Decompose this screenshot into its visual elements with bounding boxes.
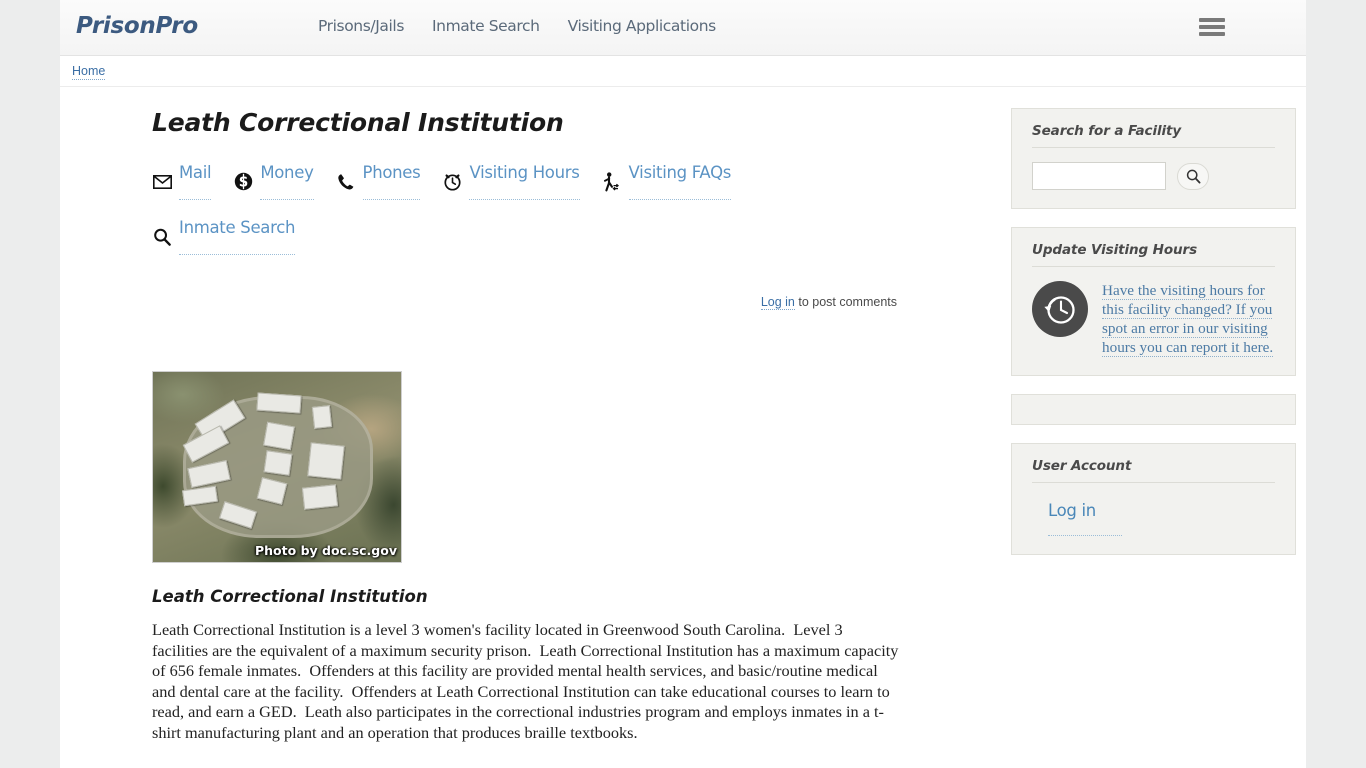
quick-link-inmate-search[interactable]: Inmate Search [152,218,770,255]
building [301,484,339,510]
site-logo[interactable]: PrisonPro [76,13,198,39]
hamburger-bar [1199,32,1225,36]
user-account-panel: User Account Log in [1011,443,1296,555]
mail-icon [152,172,172,192]
hamburger-bar [1199,18,1225,22]
breadcrumb: Home [72,64,106,80]
building [311,405,333,429]
quick-link-money[interactable]: S Money [233,163,314,200]
quick-link-label: Visiting Hours [469,163,580,200]
search-icon [1186,169,1201,184]
quick-link-label: Phones [362,163,421,200]
search-facility-panel: Search for a Facility [1011,108,1296,209]
nav-item-inmate-search[interactable]: Inmate Search [432,17,540,35]
comments-suffix-text: to post comments [794,295,897,309]
post-comments-notice: Log in to post comments [152,295,897,310]
quick-link-label: Money [260,163,314,200]
quick-link-label: Mail [179,163,212,200]
panel-title: Search for a Facility [1032,123,1275,148]
quick-link-label: Visiting FAQs [628,163,731,200]
quick-links-row-2: Inmate Search [152,218,792,281]
quick-link-visiting-hours[interactable]: Visiting Hours [442,163,580,200]
phone-icon [336,172,356,192]
money-icon: S [233,172,253,192]
hamburger-bar [1199,25,1225,29]
quick-link-visiting-faqs[interactable]: Visiting FAQs [602,163,731,200]
main-navigation: Prisons/Jails Inmate Search Visiting App… [318,17,716,35]
walking-person-icon [602,171,622,192]
quick-link-mail[interactable]: Mail [152,163,212,200]
photo-credit: Photo by doc.sc.gov [255,543,397,558]
search-icon [152,227,172,247]
quick-link-phones[interactable]: Phones [336,163,421,200]
empty-panel [1011,394,1296,425]
article-body: Leath Correctional Institution is a leve… [152,620,903,742]
breadcrumb-home-link[interactable]: Home [72,64,106,80]
building [263,421,295,451]
comments-login-link[interactable]: Log in [760,295,795,310]
nav-item-prisons-jails[interactable]: Prisons/Jails [318,17,404,35]
page-wrapper: PrisonPro Prisons/Jails Inmate Search Vi… [60,0,1306,768]
header-divider [60,86,1306,87]
clock-rewind-icon [1032,281,1088,337]
page-title: Leath Correctional Institution [152,108,564,137]
visiting-hours-row: Have the visiting hours for this facilit… [1032,281,1275,357]
update-visiting-hours-panel: Update Visiting Hours Have the visiting … [1011,227,1296,376]
facility-photo: Photo by doc.sc.gov [152,371,402,563]
quick-links-bar: Mail S Money Phones [152,163,792,281]
visiting-hours-report-link[interactable]: Have the visiting hours for this facilit… [1102,281,1275,357]
building [263,450,293,476]
sidebar: Search for a Facility Update Visiting Ho… [1011,108,1296,573]
site-header: PrisonPro Prisons/Jails Inmate Search Vi… [60,0,1306,56]
nav-item-visiting-applications[interactable]: Visiting Applications [568,17,717,35]
visiting-hours-report-text: Have the visiting hours for this facilit… [1102,282,1274,357]
article-heading: Leath Correctional Institution [152,587,428,606]
hamburger-icon[interactable] [1199,16,1225,38]
panel-title: User Account [1032,458,1275,483]
search-input[interactable] [1032,162,1166,190]
building [307,442,345,480]
building [256,392,302,414]
panel-title: Update Visiting Hours [1032,242,1275,267]
search-button[interactable] [1177,162,1209,190]
alarm-clock-icon [442,172,462,192]
quick-link-label: Inmate Search [179,218,295,255]
user-account-login-link[interactable]: Log in [1048,501,1122,536]
search-row [1032,162,1275,190]
main-content: Leath Correctional Institution Mail S [152,108,912,744]
